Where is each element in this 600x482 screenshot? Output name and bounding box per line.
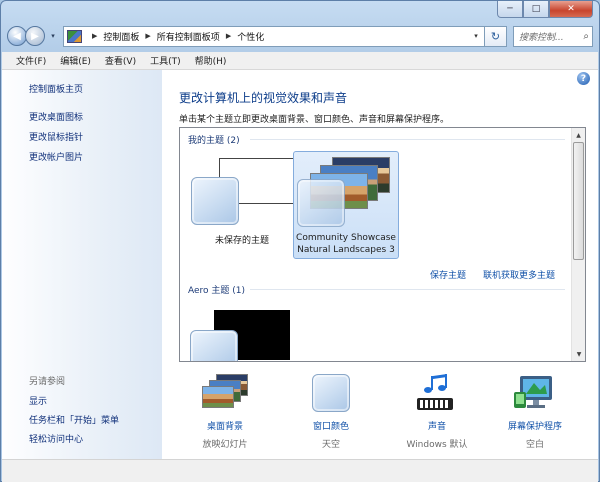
window-color-preview <box>190 330 238 361</box>
sidebar: 控制面板主页 更改桌面图标 更改鼠标指针 更改帐户图片 另请参阅 显示 任务栏和… <box>2 70 162 459</box>
sidebar-change-desktop-icons[interactable]: 更改桌面图标 <box>29 110 83 123</box>
page-description: 单击某个主题立即更改桌面背景、窗口颜色、声音和屏幕保护程序。 <box>179 115 450 125</box>
sidebar-change-account-picture[interactable]: 更改帐户图片 <box>29 150 83 163</box>
scrollbar-thumb[interactable] <box>573 142 584 260</box>
sidebar-control-panel-home[interactable]: 控制面板主页 <box>29 82 83 95</box>
sidebar-display[interactable]: 显示 <box>29 394 47 407</box>
address-bar[interactable]: ▶ 控制面板 ▶ 所有控制面板项 ▶ 个性化 ▾ <box>63 25 485 47</box>
breadcrumb-control-panel[interactable]: 控制面板 <box>103 30 139 43</box>
status-bar <box>2 459 598 482</box>
my-themes-heading: 我的主题 (2) <box>188 136 240 146</box>
recent-pages-button[interactable]: ▾ <box>47 30 59 42</box>
menu-tools[interactable]: 工具(T) <box>150 54 181 67</box>
sound-button[interactable]: 声音 Windows 默认 <box>382 368 492 450</box>
group-divider <box>250 289 565 290</box>
main-content: ? 更改计算机上的视觉效果和声音 单击某个主题立即更改桌面背景、窗口颜色、声音和… <box>162 70 598 459</box>
control-panel-icon <box>67 29 82 43</box>
theme-aero-tile[interactable] <box>186 308 292 361</box>
menu-view[interactable]: 查看(V) <box>105 54 136 67</box>
see-also-heading: 另请参阅 <box>29 377 66 387</box>
menu-edit[interactable]: 编辑(E) <box>60 54 91 67</box>
search-placeholder: 搜索控制... <box>519 32 564 43</box>
caption-buttons: ─ □ ✕ <box>497 1 593 19</box>
window-color-label[interactable]: 窗口颜色 <box>276 419 386 432</box>
screensaver-value: 空白 <box>525 440 544 450</box>
sidebar-taskbar-start-menu[interactable]: 任务栏和「开始」菜单 <box>29 413 119 426</box>
address-dropdown-icon[interactable]: ▾ <box>468 32 484 40</box>
breadcrumb-all-items[interactable]: 所有控制面板项 <box>157 30 220 43</box>
page-title: 更改计算机上的视觉效果和声音 <box>179 91 348 105</box>
scroll-up-icon[interactable]: ▲ <box>572 128 585 142</box>
breadcrumb-personalization[interactable]: 个性化 <box>237 30 264 43</box>
sound-icon <box>414 374 460 414</box>
get-more-themes-link[interactable]: 联机获取更多主题 <box>483 268 555 281</box>
theme-list[interactable]: 我的主题 (2) 未保存的主题 Community Showcase Natur… <box>179 127 586 362</box>
theme-settings-bar: 桌面背景 放映幻灯片 窗口颜色 天空 声音 Windows 默认 屏幕保护程序 … <box>162 368 598 458</box>
refresh-icon: ↻ <box>490 29 501 43</box>
back-arrow-icon: ◀ <box>13 30 21 42</box>
screensaver-label[interactable]: 屏幕保护程序 <box>480 419 590 432</box>
desktop-background-value: 放映幻灯片 <box>202 440 248 450</box>
personalization-window: ─ □ ✕ ◀ ▶ ▾ ▶ 控制面板 ▶ 所有控制面板项 ▶ 个性化 ▾ ↻ 搜… <box>0 0 600 482</box>
maximize-button[interactable]: □ <box>523 1 549 18</box>
menu-file[interactable]: 文件(F) <box>16 54 46 67</box>
window-color-icon <box>308 374 354 414</box>
chevron-right-icon[interactable]: ▶ <box>92 32 97 40</box>
forward-button[interactable]: ▶ <box>25 26 45 46</box>
navigation-bar: ◀ ▶ ▾ ▶ 控制面板 ▶ 所有控制面板项 ▶ 个性化 ▾ ↻ 搜索控制...… <box>7 23 593 49</box>
desktop-background-button[interactable]: 桌面背景 放映幻灯片 <box>170 368 280 450</box>
aero-themes-heading: Aero 主题 (1) <box>188 286 246 296</box>
theme-community-showcase[interactable]: Community Showcase Natural Landscapes 3 <box>293 151 399 259</box>
window-color-preview <box>297 179 345 227</box>
theme-name-line1: Community Showcase <box>296 233 396 243</box>
sound-label[interactable]: 声音 <box>382 419 492 432</box>
scroll-down-icon[interactable]: ▼ <box>572 347 585 361</box>
screensaver-icon <box>512 374 558 414</box>
chevron-right-icon[interactable]: ▶ <box>226 32 231 40</box>
window-color-value: 天空 <box>321 440 340 450</box>
refresh-button[interactable]: ↻ <box>485 25 507 47</box>
sound-value: Windows 默认 <box>406 440 468 450</box>
back-button[interactable]: ◀ <box>7 26 27 46</box>
search-input[interactable]: 搜索控制... ⌕ <box>513 25 593 47</box>
sidebar-ease-of-access[interactable]: 轻松访问中心 <box>29 432 83 445</box>
chevron-right-icon[interactable]: ▶ <box>145 32 150 40</box>
sidebar-change-mouse-pointers[interactable]: 更改鼠标指针 <box>29 130 83 143</box>
close-button[interactable]: ✕ <box>549 1 593 18</box>
minimize-button[interactable]: ─ <box>497 1 523 18</box>
screensaver-button[interactable]: 屏幕保护程序 空白 <box>480 368 590 450</box>
help-icon[interactable]: ? <box>577 72 590 85</box>
forward-arrow-icon: ▶ <box>31 30 39 42</box>
window-color-preview <box>191 177 239 225</box>
menu-help[interactable]: 帮助(H) <box>195 54 227 67</box>
save-theme-link[interactable]: 保存主题 <box>430 268 466 281</box>
desktop-background-label[interactable]: 桌面背景 <box>170 419 280 432</box>
desktop-background-icon <box>202 374 248 414</box>
theme-list-scrollbar[interactable]: ▲ ▼ <box>571 128 585 361</box>
breadcrumb: ▶ 控制面板 ▶ 所有控制面板项 ▶ 个性化 <box>86 30 264 43</box>
theme-name: 未保存的主题 <box>214 236 269 246</box>
menu-bar: 文件(F) 编辑(E) 查看(V) 工具(T) 帮助(H) <box>2 52 598 70</box>
theme-unsaved[interactable]: 未保存的主题 <box>186 158 294 253</box>
theme-name-line2: Natural Landscapes 3 <box>297 245 395 255</box>
window-color-button[interactable]: 窗口颜色 天空 <box>276 368 386 450</box>
group-divider <box>250 139 565 140</box>
search-icon[interactable]: ⌕ <box>583 31 589 42</box>
